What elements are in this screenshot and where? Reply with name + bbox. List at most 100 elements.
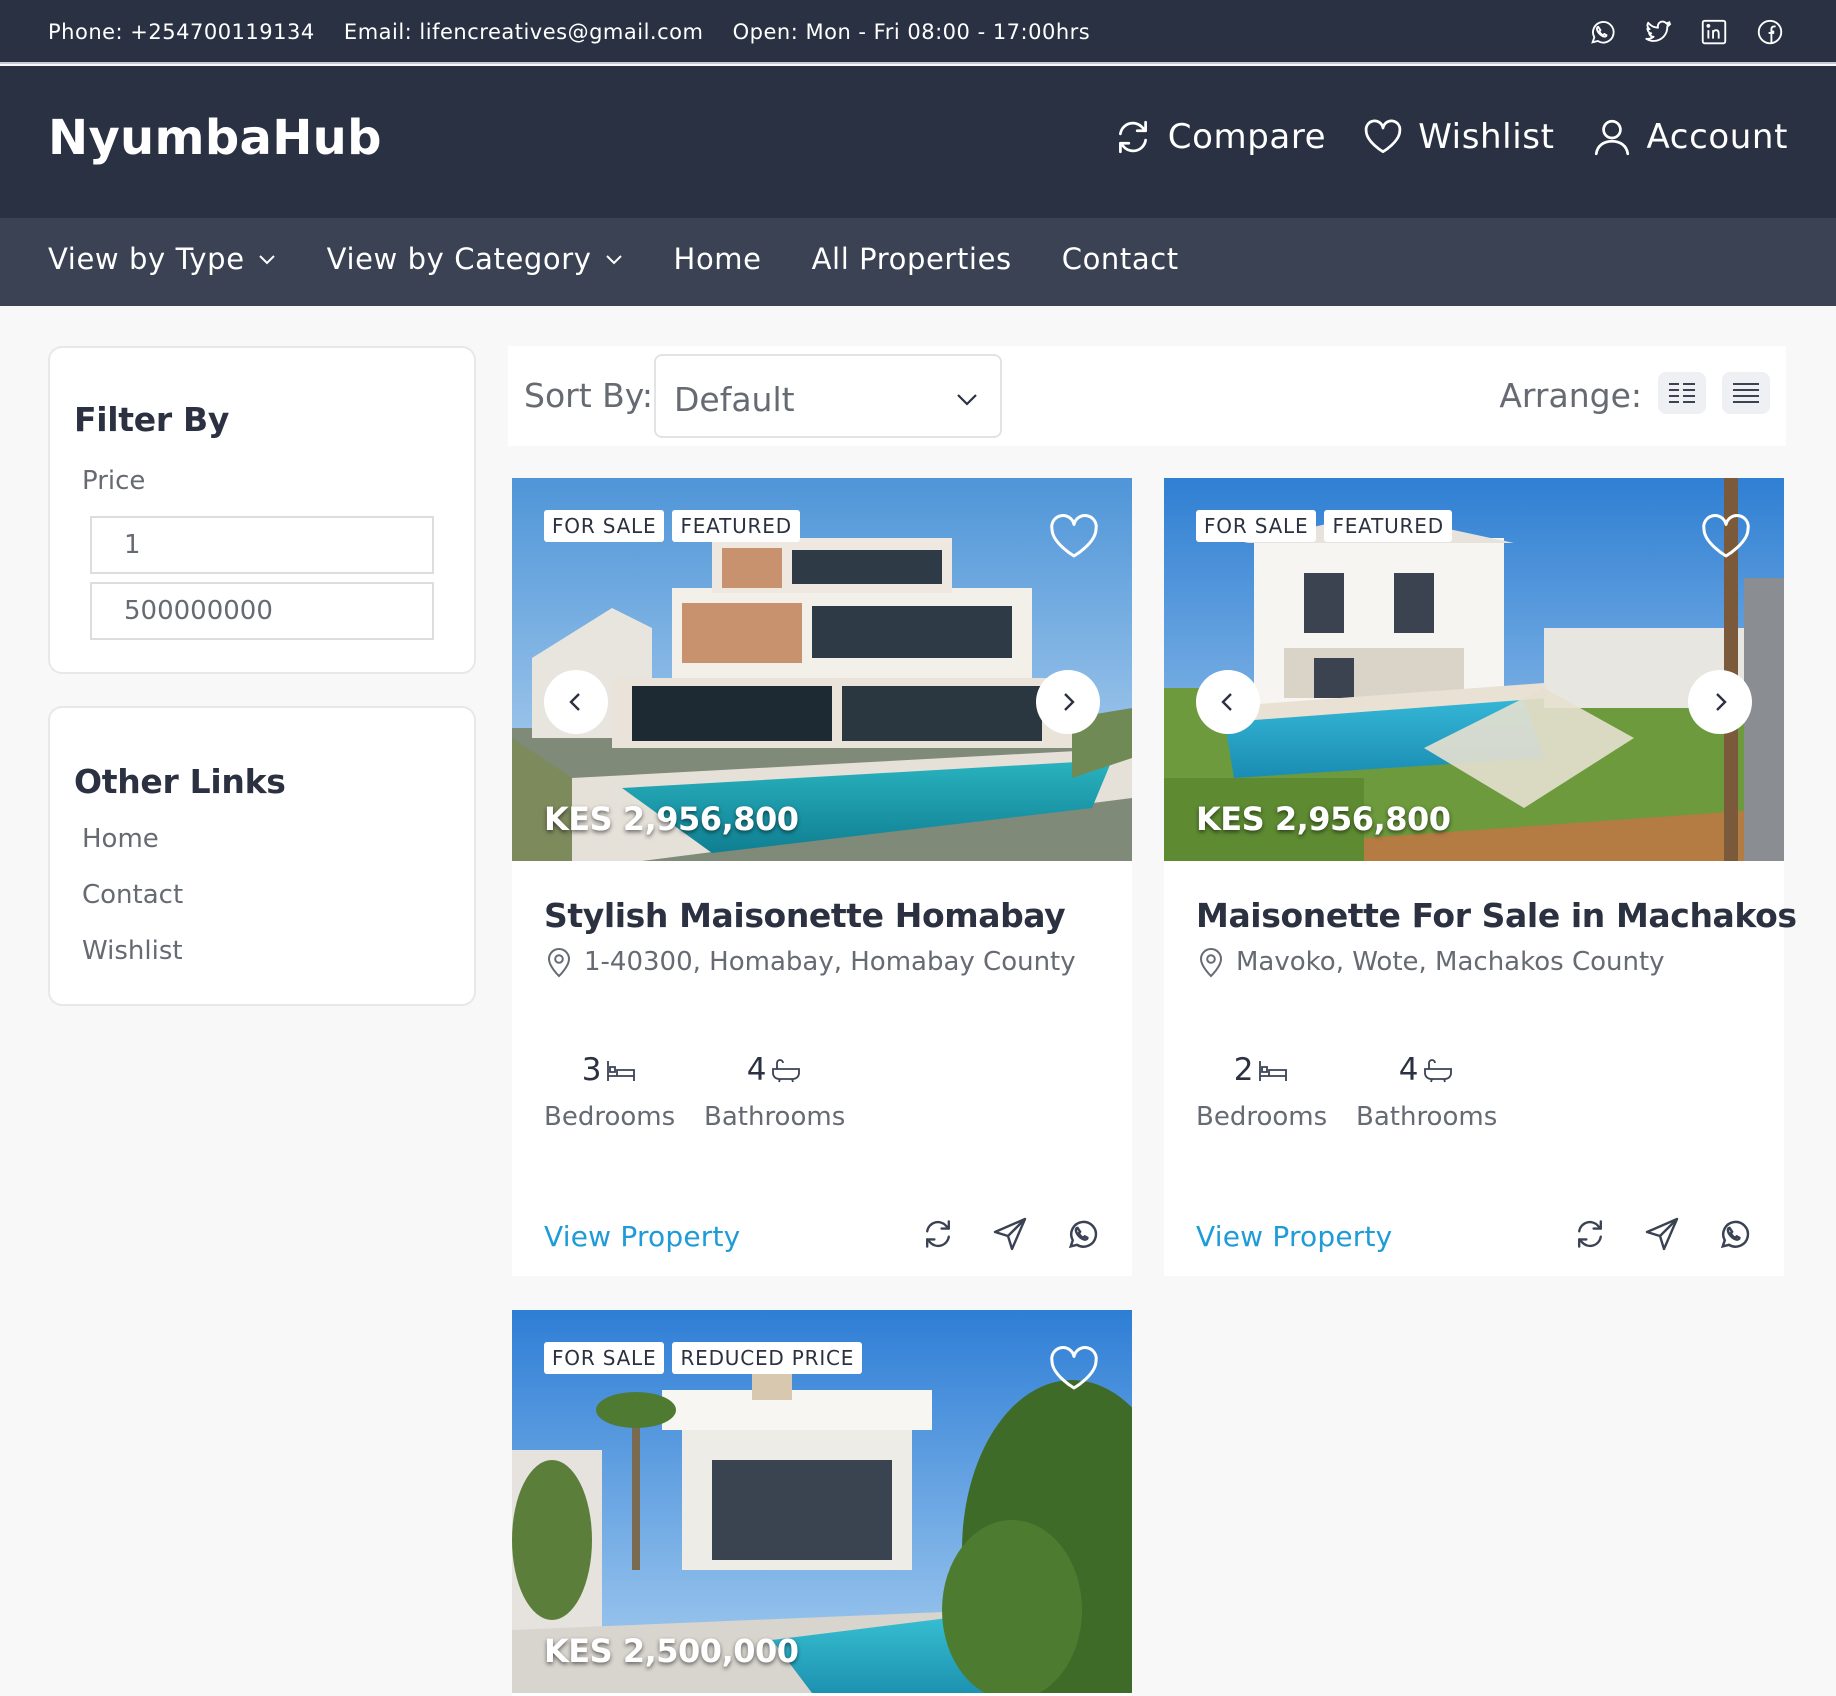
user-icon	[1594, 119, 1629, 156]
send-icon[interactable]	[1644, 1216, 1680, 1252]
badge-for-sale: FOR SALE	[544, 1342, 665, 1374]
price-max-input[interactable]	[90, 582, 434, 640]
whatsapp-icon[interactable]	[1586, 16, 1618, 48]
account-label: Account	[1646, 117, 1788, 157]
list-view-button[interactable]	[1722, 372, 1770, 414]
property-title[interactable]: Maisonette For Sale in Machakos	[1196, 896, 1797, 935]
chevron-left-icon	[1221, 693, 1232, 711]
bedrooms-label: Bedrooms	[1196, 1102, 1328, 1132]
side-link-home[interactable]: Home	[82, 824, 159, 854]
wishlist-link[interactable]: Wishlist	[1362, 116, 1554, 158]
bathrooms-count: 4	[1398, 1052, 1419, 1088]
bedrooms-count: 2	[1233, 1052, 1254, 1088]
bathtub-icon	[1424, 1059, 1453, 1083]
badge-featured: FEATURED	[672, 510, 800, 542]
sort-toolbar: Sort By: Default Arrange:	[508, 346, 1786, 446]
arrange-label: Arrange:	[1499, 376, 1642, 415]
hours-text: Open: Mon - Fri 08:00 - 17:00hrs	[732, 20, 1091, 44]
nav-all-properties[interactable]: All Properties	[812, 242, 1012, 276]
nav-label: View by Category	[326, 242, 592, 276]
compare-icon[interactable]	[1572, 1216, 1608, 1252]
links-title: Other Links	[74, 762, 286, 801]
chevron-left-icon	[569, 693, 580, 711]
filter-title: Filter By	[74, 400, 230, 439]
bedrooms-stat: 3 Bedrooms	[544, 1052, 675, 1132]
heart-icon[interactable]	[1048, 512, 1100, 560]
header-actions: Compare Wishlist Account	[1112, 116, 1788, 158]
view-property-link[interactable]: View Property	[1196, 1220, 1392, 1253]
price-label: Price	[82, 466, 146, 496]
previous-slide-button[interactable]	[1196, 670, 1260, 734]
compare-label: Compare	[1167, 117, 1327, 157]
main-nav: View by Type View by Category Home All P…	[0, 218, 1836, 306]
price-min-input[interactable]	[90, 516, 434, 574]
nav-contact[interactable]: Contact	[1062, 242, 1179, 276]
nav-view-by-category[interactable]: View by Category	[327, 242, 624, 276]
property-location: Mavoko, Wote, Machakos County	[1196, 946, 1665, 978]
compare-link[interactable]: Compare	[1112, 116, 1326, 158]
property-card: FOR SALE REDUCED PRICE KES 2,500,000	[512, 1310, 1132, 1696]
heart-icon[interactable]	[1700, 512, 1752, 560]
compare-icon[interactable]	[920, 1216, 956, 1252]
filter-panel: Filter By Price	[48, 346, 476, 674]
twitter-icon[interactable]	[1642, 16, 1674, 48]
property-title[interactable]: Stylish Maisonette Homabay	[544, 896, 1066, 935]
bathrooms-stat: 4 Bathrooms	[1356, 1052, 1497, 1132]
sort-select[interactable]: Default	[654, 354, 1002, 438]
facebook-icon[interactable]	[1754, 16, 1786, 48]
map-pin-icon	[1199, 948, 1223, 978]
linkedin-icon[interactable]	[1698, 16, 1730, 48]
account-link[interactable]: Account	[1591, 116, 1788, 158]
property-photo[interactable]: FOR SALE FEATURED KES 2,956,800	[1164, 478, 1784, 861]
nav-home[interactable]: Home	[674, 242, 762, 276]
property-card: FOR SALE FEATURED KES 2,956,800 Maisonet…	[1164, 478, 1797, 1276]
badge-featured: FEATURED	[1324, 510, 1452, 542]
map-pin-icon	[547, 948, 571, 978]
compare-icon	[1118, 120, 1147, 154]
previous-slide-button[interactable]	[544, 670, 608, 734]
side-link-wishlist[interactable]: Wishlist	[82, 936, 183, 966]
badge-reduced-price: REDUCED PRICE	[672, 1342, 863, 1374]
other-links-panel: Other Links Home Contact Wishlist	[48, 706, 476, 1006]
bathrooms-label: Bathrooms	[1356, 1102, 1498, 1132]
nav-view-by-type[interactable]: View by Type	[48, 242, 277, 276]
nav-label: View by Type	[48, 242, 245, 276]
bathrooms-stat: 4 Bathrooms	[704, 1052, 845, 1132]
list-icon	[1733, 383, 1759, 403]
property-price: KES 2,956,800	[544, 800, 799, 838]
sort-label: Sort By:	[524, 376, 654, 415]
chevron-right-icon	[1716, 693, 1727, 711]
bedrooms-count: 3	[581, 1052, 602, 1088]
view-property-link[interactable]: View Property	[544, 1220, 740, 1253]
chevron-down-icon	[258, 255, 275, 265]
card-actions	[920, 1216, 1100, 1252]
badge-group: FOR SALE FEATURED	[1196, 510, 1452, 542]
bed-icon	[607, 1061, 636, 1081]
property-card: FOR SALE FEATURED KES 2,956,800 Stylish …	[512, 478, 1132, 1276]
bathrooms-count: 4	[746, 1052, 767, 1088]
chevron-right-icon	[1064, 693, 1075, 711]
grid-view-button[interactable]	[1658, 372, 1706, 414]
send-icon[interactable]	[992, 1216, 1028, 1252]
bathtub-icon	[772, 1059, 801, 1083]
heart-icon[interactable]	[1048, 1344, 1100, 1392]
property-price: KES 2,956,800	[1196, 800, 1451, 838]
card-actions	[1572, 1216, 1752, 1252]
bedrooms-label: Bedrooms	[544, 1102, 676, 1132]
site-logo[interactable]: NyumbaHub	[48, 110, 382, 166]
badge-group: FOR SALE REDUCED PRICE	[544, 1342, 863, 1374]
side-link-contact[interactable]: Contact	[82, 880, 183, 910]
badge-for-sale: FOR SALE	[1196, 510, 1317, 542]
whatsapp-icon[interactable]	[1716, 1216, 1752, 1252]
next-slide-button[interactable]	[1036, 670, 1100, 734]
bedrooms-stat: 2 Bedrooms	[1196, 1052, 1327, 1132]
next-slide-button[interactable]	[1688, 670, 1752, 734]
heart-icon	[1364, 119, 1402, 154]
email-text: Email: lifencreatives@gmail.com	[343, 20, 704, 44]
property-location: 1-40300, Homabay, Homabay County	[544, 946, 1076, 978]
site-header: NyumbaHub Compare Wishlist Account	[0, 66, 1836, 218]
property-photo[interactable]: FOR SALE FEATURED KES 2,956,800	[512, 478, 1132, 861]
chevron-down-icon	[957, 394, 977, 406]
whatsapp-icon[interactable]	[1064, 1216, 1100, 1252]
property-photo[interactable]: FOR SALE REDUCED PRICE KES 2,500,000	[512, 1310, 1132, 1693]
